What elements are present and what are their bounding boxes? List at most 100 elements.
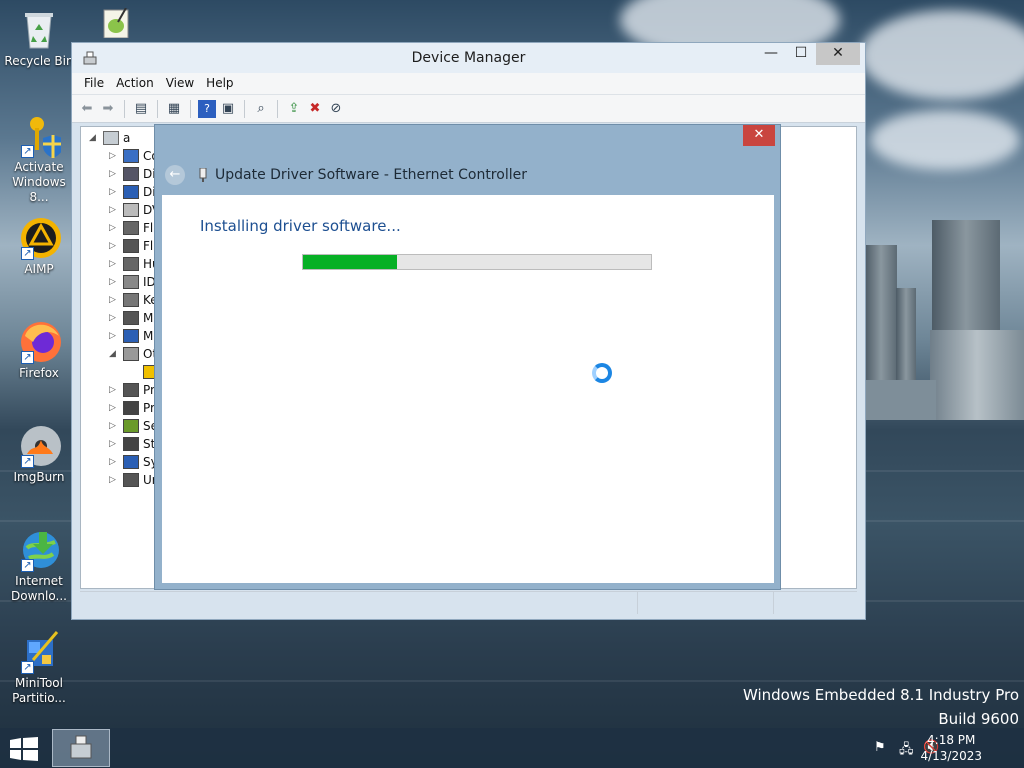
water-ripple	[0, 680, 1024, 682]
expand-arrow-icon[interactable]: ▷	[109, 457, 119, 467]
tree-item[interactable]: ▷ St	[109, 435, 155, 453]
tree-item[interactable]: ▷ M	[109, 309, 153, 327]
tree-item[interactable]: ▷ Di	[109, 183, 156, 201]
update-driver-dialog[interactable]: ✕ ← Update Driver Software - Ethernet Co…	[154, 124, 781, 590]
window-title: Device Manager	[411, 50, 526, 66]
desktop-icon-label: AIMP	[24, 262, 54, 276]
expand-arrow-icon[interactable]: ▷	[109, 187, 119, 197]
expand-arrow-icon[interactable]: ▷	[109, 259, 119, 269]
menu-help[interactable]: Help	[200, 73, 239, 94]
toolbar-separator	[277, 99, 278, 118]
expand-arrow-icon[interactable]: ▷	[109, 169, 119, 179]
menu-file[interactable]: File	[78, 73, 110, 94]
expand-arrow-icon[interactable]: ▷	[109, 439, 119, 449]
dialog-close-button[interactable]: ✕	[743, 125, 775, 146]
desktop-icon-activate-windows[interactable]: ↗ Activate Windows 8...	[3, 114, 75, 205]
close-button[interactable]: ✕	[816, 43, 860, 65]
back-icon[interactable]: ⬅	[78, 100, 96, 118]
tree-item[interactable]: ▷ Hu	[109, 255, 160, 273]
tree-item[interactable]: ▷ Fl	[109, 219, 153, 237]
device-manager-taskbar-icon	[70, 735, 92, 759]
tree-item[interactable]: ▷ Sy	[109, 453, 158, 471]
desktop-icon-label: Internet Downlo...	[11, 574, 67, 603]
expand-arrow-icon[interactable]: ▷	[109, 241, 119, 251]
expand-arrow-icon[interactable]: ▷	[109, 421, 119, 431]
desktop-icon-aimp[interactable]: ↗ AIMP	[3, 216, 75, 277]
expand-arrow-icon[interactable]: ▷	[109, 151, 119, 161]
expand-arrow-icon[interactable]: ▷	[109, 403, 119, 413]
forward-icon[interactable]: ➡	[99, 100, 117, 118]
device-category-icon	[123, 437, 139, 451]
status-bar	[80, 591, 857, 614]
tree-item[interactable]: ▷ Ur	[109, 471, 157, 489]
device-category-icon	[123, 275, 139, 289]
desktop-icon-firefox[interactable]: ↗ Firefox	[3, 320, 75, 381]
device-category-icon	[123, 257, 139, 271]
action-center-flag-icon[interactable]: ⚑	[874, 740, 892, 756]
help-icon[interactable]: ?	[198, 99, 216, 118]
window-titlebar[interactable]: Device Manager — ☐ ✕	[72, 43, 865, 73]
desktop-icon-internet-download-manager[interactable]: ↗ Internet Downlo...	[3, 528, 75, 604]
expand-arrow-icon[interactable]: ▷	[109, 313, 119, 323]
tree-item-label: M	[143, 311, 154, 325]
show-hide-console-tree-icon[interactable]: ▤	[132, 100, 150, 118]
toolbar-separator	[157, 99, 158, 118]
tree-item-label: Fl	[143, 239, 154, 253]
menu-bar: File Action View Help	[72, 73, 865, 95]
maximize-button[interactable]: ☐	[786, 43, 816, 65]
expand-arrow-icon[interactable]: ▷	[109, 475, 119, 485]
tree-item-label: M	[143, 329, 154, 343]
collapse-arrow-icon[interactable]: ◢	[109, 349, 119, 359]
menu-view[interactable]: View	[160, 73, 200, 94]
back-arrow-icon[interactable]: ←	[165, 165, 185, 185]
expand-arrow-icon[interactable]: ▷	[109, 385, 119, 395]
dialog-header: ← Update Driver Software - Ethernet Cont…	[165, 165, 527, 185]
taskbar-clock[interactable]: 4:18 PM 4/13/2023	[920, 732, 982, 764]
tree-item[interactable]: ▷ Co	[109, 147, 159, 165]
update-driver-icon[interactable]: ⇪	[285, 100, 303, 118]
desktop-icon-minitool-partition[interactable]: ↗ MiniTool Partitio...	[3, 630, 75, 706]
tree-item[interactable]: ▷ DV	[109, 201, 160, 219]
network-error-icon[interactable]: 🖧	[899, 740, 917, 757]
tree-item[interactable]: ▷ Se	[109, 417, 158, 435]
device-category-icon	[123, 167, 139, 181]
tree-item[interactable]: ▷ Di	[109, 165, 156, 183]
uninstall-icon[interactable]: ✖	[306, 100, 324, 118]
device-category-icon	[123, 293, 139, 307]
dialog-title: Update Driver Software - Ethernet Contro…	[215, 167, 527, 183]
tree-root[interactable]: ◢ a	[89, 129, 130, 147]
tree-item[interactable]: ▷ Pr	[109, 399, 155, 417]
disable-device-icon[interactable]: ⊘	[327, 100, 345, 118]
device-category-icon	[123, 221, 139, 235]
expand-arrow-icon[interactable]: ▷	[109, 277, 119, 287]
shortcut-arrow-icon: ↗	[21, 247, 34, 260]
taskbar-device-manager[interactable]	[52, 729, 110, 767]
start-button[interactable]	[10, 737, 38, 761]
tree-root-label: a	[123, 131, 131, 145]
installing-heading: Installing driver software...	[200, 217, 401, 235]
view-icon[interactable]: ▣	[219, 100, 237, 118]
expand-arrow-icon[interactable]: ▷	[109, 331, 119, 341]
collapse-arrow-icon[interactable]: ◢	[89, 133, 99, 143]
scan-hardware-icon[interactable]: ⌕	[252, 100, 270, 118]
desktop-icon-imgburn[interactable]: ↗ ImgBurn	[3, 424, 75, 485]
busy-spinner-icon	[592, 363, 612, 383]
tree-item[interactable]: ▷ ID	[109, 273, 156, 291]
minimize-button[interactable]: —	[756, 43, 786, 65]
tree-item[interactable]: ▷ Fl	[109, 237, 153, 255]
tree-item[interactable]: ▷ M	[109, 327, 153, 345]
tree-item-label: Fl	[143, 221, 154, 235]
tree-item[interactable]: ◢ Ot	[109, 345, 157, 363]
expand-arrow-icon[interactable]: ▷	[109, 205, 119, 215]
expand-arrow-icon[interactable]: ▷	[109, 295, 119, 305]
expand-arrow-icon[interactable]: ▷	[109, 223, 119, 233]
status-segment	[80, 592, 638, 614]
properties-icon[interactable]: ▦	[165, 100, 183, 118]
toolbar: ⬅ ➡ ▤ ▦ ? ▣ ⌕ ⇪ ✖ ⊘	[72, 95, 865, 123]
device-category-icon	[123, 383, 139, 397]
tree-item[interactable]: ▷ Ke	[109, 291, 158, 309]
tree-item[interactable]: ▷ Pr	[109, 381, 155, 399]
desktop-icon-recycle-bin[interactable]: Recycle Bin	[3, 8, 75, 69]
desktop-icon-notepad[interactable]	[82, 7, 142, 40]
menu-action[interactable]: Action	[110, 73, 160, 94]
